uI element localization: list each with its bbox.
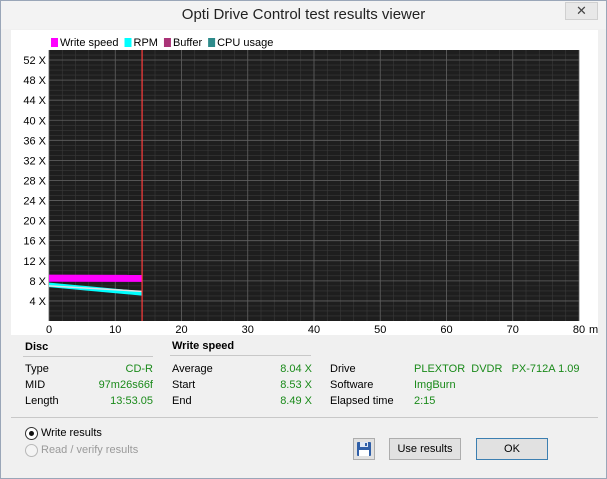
- speed-start-value: 8.53 X: [280, 379, 312, 391]
- use-results-button[interactable]: Use results: [389, 438, 461, 460]
- x-tick-label: 10: [109, 324, 121, 335]
- legend-label: Buffer: [173, 37, 202, 49]
- speed-end-value: 8.49 X: [280, 395, 312, 407]
- write-results-label[interactable]: Write results: [41, 427, 102, 439]
- y-tick-label: 48 X: [23, 75, 46, 87]
- disc-divider: [23, 356, 153, 357]
- y-tick-label: 52 X: [23, 55, 46, 67]
- disc-header: Disc: [25, 341, 49, 353]
- results-viewer-window: Opti Drive Control test results viewer ✕…: [0, 0, 607, 479]
- legend-swatch: [124, 38, 132, 47]
- y-tick-label: 12 X: [23, 256, 46, 268]
- write-speed-divider: [170, 355, 311, 356]
- y-tick-label: 16 X: [23, 236, 46, 248]
- drive-label: Drive: [330, 363, 356, 375]
- disc-length-label: Length: [25, 395, 59, 407]
- y-tick-label: 32 X: [23, 155, 46, 167]
- legend-label: RPM: [134, 37, 158, 49]
- x-tick-label: 50: [374, 324, 386, 335]
- drive-value: PLEXTOR DVDR PX-712A 1.09: [414, 363, 580, 375]
- elapsed-time-label: Elapsed time: [330, 395, 394, 407]
- options-divider: [11, 417, 598, 418]
- title-bar[interactable]: Opti Drive Control test results viewer ✕: [1, 1, 606, 29]
- speed-end-label: End: [172, 395, 192, 407]
- read-verify-results-radio: [25, 444, 38, 457]
- close-button[interactable]: ✕: [565, 2, 598, 20]
- read-verify-results-label: Read / verify results: [41, 444, 139, 456]
- y-tick-label: 4 X: [29, 296, 46, 308]
- disc-mid-value: 97m26s66f: [98, 379, 153, 391]
- write-speed-header: Write speed: [172, 340, 235, 352]
- x-axis-unit-label: min: [589, 324, 598, 335]
- legend-label: CPU usage: [217, 37, 273, 49]
- y-tick-label: 36 X: [23, 135, 46, 147]
- chart-svg: 4 X 8 X 12 X 16 X 20 X 24 X 28 X 32 X 36 X 40 X 44…: [23, 37, 598, 335]
- y-tick-label: 20 X: [23, 216, 46, 228]
- save-button[interactable]: [353, 438, 375, 460]
- x-tick-label: 0: [46, 324, 52, 335]
- speed-average-label: Average: [172, 363, 213, 375]
- x-tick-label: 40: [308, 324, 320, 335]
- disc-type-value: CD-R: [125, 363, 154, 375]
- legend-swatch: [51, 38, 58, 47]
- speed-average-value: 8.04 X: [280, 363, 312, 375]
- x-tick-label: 80: [573, 324, 585, 335]
- y-tick-label: 44 X: [23, 95, 46, 107]
- speed-start-label: Start: [172, 379, 196, 391]
- y-tick-label: 24 X: [23, 196, 46, 208]
- speed-chart: 4 X 8 X 12 X 16 X 20 X 24 X 28 X 32 X 36 X 40 X 44…: [11, 30, 598, 335]
- x-tick-label: 60: [440, 324, 452, 335]
- close-icon: ✕: [576, 3, 587, 18]
- y-tick-label: 8 X: [29, 276, 46, 288]
- floppy-disk-icon: [357, 442, 371, 456]
- legend-swatch: [163, 38, 171, 47]
- x-tick-label: 30: [242, 324, 254, 335]
- x-tick-label: 20: [175, 324, 187, 335]
- series-write-speed: [49, 274, 143, 282]
- disc-type-label: Type: [25, 363, 49, 375]
- x-tick-label: 70: [507, 324, 519, 335]
- legend-label: Write speed: [60, 37, 119, 49]
- y-tick-label: 40 X: [23, 115, 46, 127]
- legend-swatch: [208, 38, 216, 47]
- disc-mid-label: MID: [25, 379, 46, 391]
- write-results-radio[interactable]: [25, 427, 38, 440]
- software-label: Software: [330, 379, 374, 391]
- software-value: ImgBurn: [414, 379, 456, 391]
- window-title: Opti Drive Control test results viewer: [181, 6, 426, 23]
- elapsed-time-value: 2:15: [414, 395, 436, 407]
- ok-button[interactable]: OK: [476, 438, 548, 460]
- y-tick-label: 28 X: [23, 175, 46, 187]
- disc-length-value: 13:53.05: [110, 395, 153, 407]
